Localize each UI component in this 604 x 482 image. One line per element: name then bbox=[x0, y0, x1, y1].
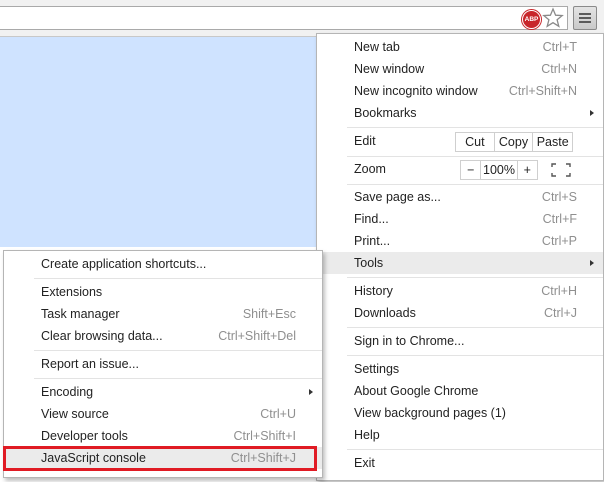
menu-item-label: Developer tools bbox=[41, 429, 128, 443]
menu-item-shortcut: Ctrl+Shift+I bbox=[233, 429, 296, 443]
menu-item-label: Clear browsing data... bbox=[41, 329, 163, 343]
menu-item-label: View source bbox=[41, 407, 109, 421]
menu-separator bbox=[347, 156, 603, 157]
zoom-button-group: − 100% + bbox=[460, 160, 538, 180]
menu-item-label: Report an issue... bbox=[41, 357, 139, 371]
menu-item-shortcut: Ctrl+T bbox=[542, 40, 577, 54]
menu-separator bbox=[347, 355, 603, 356]
menu-item-print[interactable]: Print... Ctrl+P bbox=[317, 230, 603, 252]
hamburger-menu-icon[interactable] bbox=[573, 6, 597, 30]
adblock-plus-icon[interactable]: ABP bbox=[522, 10, 541, 29]
menu-item-shortcut: Ctrl+H bbox=[541, 284, 577, 298]
menu-item-new-tab[interactable]: New tab Ctrl+T bbox=[317, 36, 603, 58]
zoom-in-button[interactable]: + bbox=[516, 161, 537, 179]
address-bar[interactable] bbox=[0, 6, 568, 30]
paste-button[interactable]: Paste bbox=[532, 133, 572, 151]
menu-item-zoom: Zoom − 100% + bbox=[317, 158, 603, 182]
menu-item-history[interactable]: History Ctrl+H bbox=[317, 280, 603, 302]
menu-item-label: View background pages (1) bbox=[354, 406, 506, 420]
zoom-level: 100% bbox=[480, 161, 516, 179]
menu-item-settings[interactable]: Settings bbox=[317, 358, 603, 380]
menu-item-about-chrome[interactable]: About Google Chrome bbox=[317, 380, 603, 402]
highlight-annotation-box bbox=[3, 446, 317, 471]
menu-item-developer-tools[interactable]: Developer tools Ctrl+Shift+I bbox=[4, 425, 322, 447]
chrome-main-menu: New tab Ctrl+T New window Ctrl+N New inc… bbox=[316, 33, 604, 481]
page-background bbox=[0, 37, 330, 247]
menu-item-shortcut: Ctrl+F bbox=[542, 212, 577, 226]
menu-item-create-shortcuts[interactable]: Create application shortcuts... bbox=[4, 253, 322, 275]
menu-item-label: New incognito window bbox=[354, 84, 478, 98]
menu-item-label: Save page as... bbox=[354, 190, 441, 204]
menu-item-shortcut: Ctrl+P bbox=[541, 234, 577, 248]
menu-item-label: Sign in to Chrome... bbox=[354, 334, 465, 348]
menu-item-find[interactable]: Find... Ctrl+F bbox=[317, 208, 603, 230]
menu-item-label: Edit bbox=[354, 134, 376, 148]
menu-item-edit: Edit Cut Copy Paste bbox=[317, 130, 603, 154]
menu-item-shortcut: Shift+Esc bbox=[242, 307, 296, 321]
menu-separator bbox=[347, 184, 603, 185]
menu-item-bookmarks[interactable]: Bookmarks bbox=[317, 102, 603, 124]
menu-item-shortcut: Ctrl+N bbox=[541, 62, 577, 76]
menu-item-label: Settings bbox=[354, 362, 400, 376]
tools-submenu: Create application shortcuts... Extensio… bbox=[3, 250, 323, 478]
menu-item-shortcut: Ctrl+Shift+Del bbox=[218, 329, 296, 343]
cut-button[interactable]: Cut bbox=[456, 133, 494, 151]
menu-item-label: Extensions bbox=[41, 285, 103, 299]
edit-button-group: Cut Copy Paste bbox=[455, 132, 573, 152]
copy-button[interactable]: Copy bbox=[493, 133, 533, 151]
menu-item-shortcut: Ctrl+Shift+N bbox=[508, 84, 577, 98]
menu-separator bbox=[347, 277, 603, 278]
menu-separator bbox=[34, 378, 322, 379]
menu-separator bbox=[34, 350, 322, 351]
menu-item-label: New window bbox=[354, 62, 425, 76]
menu-item-label: About Google Chrome bbox=[354, 384, 479, 398]
menu-separator bbox=[347, 127, 603, 128]
menu-item-label: Help bbox=[354, 428, 380, 442]
menu-item-shortcut: Ctrl+U bbox=[260, 407, 296, 421]
menu-item-shortcut: Ctrl+J bbox=[544, 306, 577, 320]
menu-separator bbox=[347, 449, 603, 450]
browser-toolbar: ABP bbox=[0, 0, 604, 37]
menu-item-label: Tools bbox=[354, 256, 384, 270]
menu-item-new-window[interactable]: New window Ctrl+N bbox=[317, 58, 603, 80]
menu-item-label: Bookmarks bbox=[354, 106, 417, 120]
submenu-arrow-icon bbox=[309, 389, 313, 395]
menu-item-label: Find... bbox=[354, 212, 389, 226]
star-icon[interactable] bbox=[542, 7, 564, 29]
menu-item-task-manager[interactable]: Task manager Shift+Esc bbox=[4, 303, 322, 325]
menu-item-sign-in[interactable]: Sign in to Chrome... bbox=[317, 330, 603, 352]
menu-item-label: Downloads bbox=[354, 306, 416, 320]
menu-item-label: Zoom bbox=[354, 162, 386, 176]
menu-item-help[interactable]: Help bbox=[317, 424, 603, 446]
menu-item-new-incognito-window[interactable]: New incognito window Ctrl+Shift+N bbox=[317, 80, 603, 102]
menu-item-save-page[interactable]: Save page as... Ctrl+S bbox=[317, 186, 603, 208]
menu-item-label: New tab bbox=[354, 40, 400, 54]
menu-item-clear-browsing-data[interactable]: Clear browsing data... Ctrl+Shift+Del bbox=[4, 325, 322, 347]
menu-item-shortcut: Ctrl+S bbox=[541, 190, 577, 204]
zoom-out-button[interactable]: − bbox=[461, 161, 480, 179]
menu-item-label: History bbox=[354, 284, 393, 298]
menu-item-exit[interactable]: Exit bbox=[317, 452, 603, 474]
menu-item-view-source[interactable]: View source Ctrl+U bbox=[4, 403, 322, 425]
menu-item-label: Exit bbox=[354, 456, 375, 470]
menu-item-report-issue[interactable]: Report an issue... bbox=[4, 353, 322, 375]
menu-separator bbox=[34, 278, 322, 279]
menu-separator bbox=[347, 327, 603, 328]
menu-item-label: Encoding bbox=[41, 385, 94, 399]
menu-item-label: Task manager bbox=[41, 307, 120, 321]
menu-item-label: Create application shortcuts... bbox=[41, 257, 207, 271]
menu-item-extensions[interactable]: Extensions bbox=[4, 281, 322, 303]
menu-item-encoding[interactable]: Encoding bbox=[4, 381, 322, 403]
menu-item-downloads[interactable]: Downloads Ctrl+J bbox=[317, 302, 603, 324]
menu-item-label: Print... bbox=[354, 234, 391, 248]
submenu-arrow-icon bbox=[590, 260, 594, 266]
fullscreen-icon[interactable] bbox=[550, 162, 572, 178]
menu-item-background-pages[interactable]: View background pages (1) bbox=[317, 402, 603, 424]
submenu-arrow-icon bbox=[590, 110, 594, 116]
menu-item-tools[interactable]: Tools bbox=[317, 252, 603, 274]
